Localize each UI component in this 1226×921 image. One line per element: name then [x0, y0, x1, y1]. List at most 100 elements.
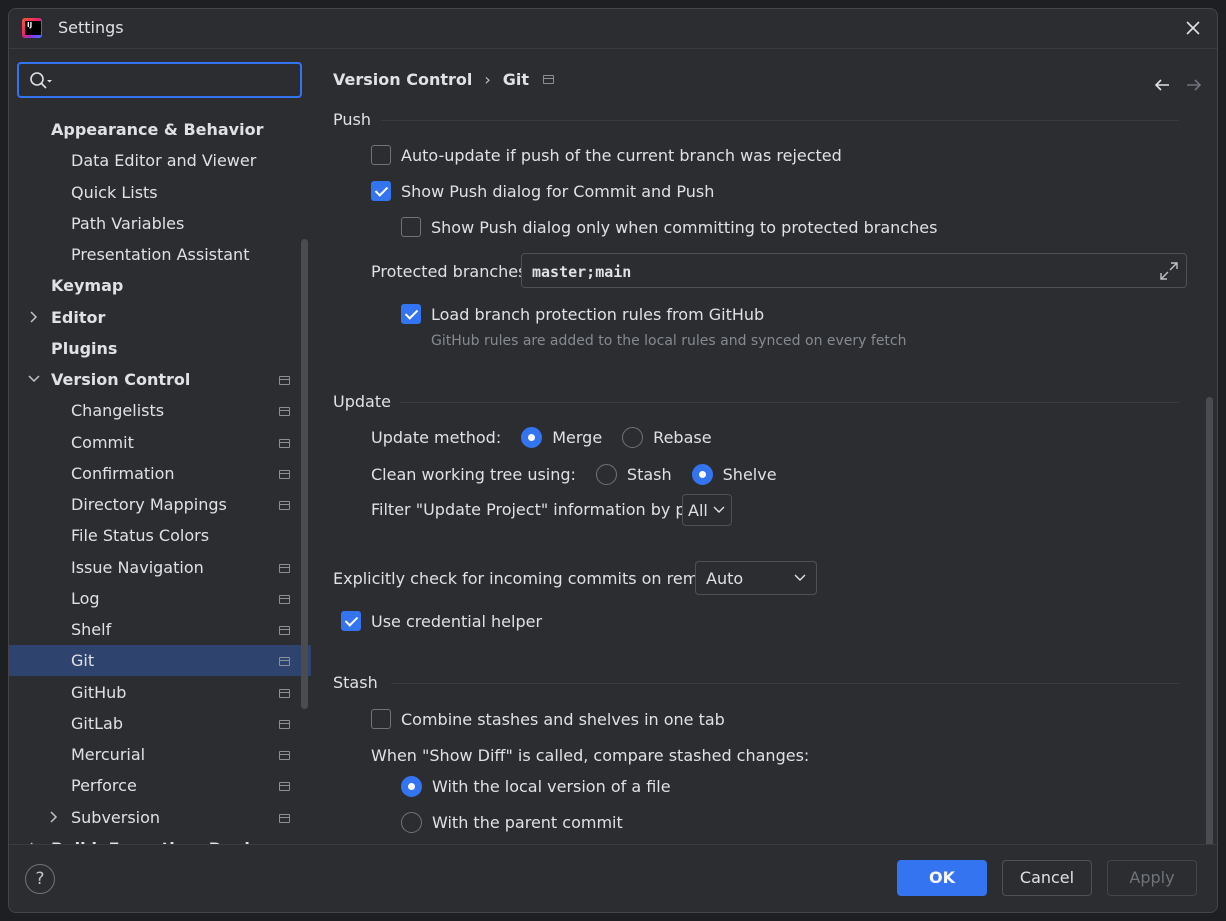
chevron-right-icon[interactable]	[48, 810, 60, 824]
project-level-icon	[279, 594, 290, 604]
project-level-icon	[279, 782, 290, 792]
show-push-dialog-checkbox-box[interactable]	[371, 181, 391, 201]
breadcrumb-current: Git	[502, 70, 530, 89]
sidebar-item-presentation-assistant[interactable]: Presentation Assistant	[9, 239, 311, 270]
sidebar-item-file-status-colors[interactable]: File Status Colors	[9, 520, 311, 551]
breadcrumb-parent[interactable]: Version Control	[333, 70, 472, 89]
sidebar-scrollbar[interactable]	[301, 239, 308, 709]
combine-stashes-checkbox-box[interactable]	[371, 709, 391, 729]
close-icon[interactable]	[1183, 18, 1203, 38]
settings-dialog: Settings Appearance & Behavior Data Edito…	[8, 8, 1218, 913]
combine-stashes-checkbox[interactable]: Combine stashes and shelves in one tab	[371, 709, 725, 729]
chevron-right-icon[interactable]	[28, 310, 40, 324]
cancel-button[interactable]: Cancel	[1002, 860, 1092, 896]
sidebar-item-perforce[interactable]: Perforce	[9, 770, 311, 801]
sidebar-item-label: Changelists	[71, 401, 165, 421]
sidebar-item-log[interactable]: Log	[9, 583, 311, 614]
chevron-down-icon[interactable]	[28, 372, 40, 386]
show-push-dialog-label: Show Push dialog for Commit and Push	[401, 181, 715, 201]
sidebar-item-shelf[interactable]: Shelf	[9, 614, 311, 645]
local-version-label: With the local version of a file	[432, 777, 671, 796]
back-arrow-icon[interactable]	[1153, 77, 1171, 93]
parent-commit-radio[interactable]	[401, 812, 422, 833]
sidebar-item-plugins[interactable]: Plugins	[9, 333, 311, 364]
search-input[interactable]	[17, 62, 302, 98]
show-push-protected-checkbox[interactable]: Show Push dialog only when committing to…	[401, 217, 937, 237]
filter-paths-label: Filter "Update Project" information by p…	[371, 500, 726, 519]
git-settings-panel: Version Control › Git Push Auto-update i…	[311, 49, 1217, 844]
sidebar-item-label: Presentation Assistant	[71, 245, 250, 264]
sidebar-item-path-variables[interactable]: Path Variables	[9, 208, 311, 239]
sidebar-item-appearance-behavior[interactable]: Appearance & Behavior	[9, 114, 311, 145]
sidebar-item-label: Directory Mappings	[71, 495, 227, 514]
project-level-icon	[279, 688, 290, 698]
sidebar-item-label: Keymap	[51, 276, 124, 296]
load-rules-checkbox[interactable]: Load branch protection rules from GitHub	[401, 304, 764, 324]
sidebar-item-keymap[interactable]: Keymap	[9, 270, 311, 301]
incoming-commits-dropdown[interactable]: Auto	[695, 561, 817, 595]
sidebar-item-label: Issue Navigation	[71, 557, 204, 577]
sidebar-item-label: Appearance & Behavior	[51, 120, 264, 139]
sidebar-item-label: Commit	[71, 432, 134, 452]
project-level-icon	[543, 75, 555, 84]
parent-commit-option[interactable]: With the parent commit	[401, 812, 623, 833]
project-level-icon	[279, 719, 290, 729]
apply-button[interactable]: Apply	[1107, 860, 1197, 896]
protected-branches-field[interactable]: master;main	[521, 253, 1187, 288]
sidebar-item-github[interactable]: GitHub	[9, 677, 311, 708]
sidebar-item-label: Data Editor and Viewer	[71, 151, 257, 171]
filter-paths-dropdown[interactable]: All	[682, 494, 732, 526]
content-scrollbar[interactable]	[1206, 397, 1213, 844]
rebase-radio[interactable]	[622, 427, 644, 448]
breadcrumb: Version Control › Git	[333, 70, 555, 89]
sidebar-item-quick-lists[interactable]: Quick Lists	[9, 177, 311, 208]
local-version-option[interactable]: With the local version of a file	[401, 776, 671, 797]
sidebar-item-label: File Status Colors	[71, 526, 210, 546]
sidebar-item-directory-mappings[interactable]: Directory Mappings	[9, 489, 311, 520]
sidebar-item-label: GitLab	[71, 713, 123, 733]
compare-stashed-label: When "Show Diff" is called, compare stas…	[371, 746, 810, 765]
sidebar-item-changelists[interactable]: Changelists	[9, 395, 311, 426]
combine-stashes-label: Combine stashes and shelves in one tab	[401, 709, 725, 729]
stash-radio[interactable]	[595, 464, 617, 485]
ok-button[interactable]: OK	[897, 860, 987, 896]
sidebar-item-label: Git	[71, 651, 95, 671]
chevron-down-icon	[794, 574, 806, 581]
forward-arrow-icon[interactable]	[1185, 77, 1203, 93]
sidebar-item-confirmation[interactable]: Confirmation	[9, 458, 311, 489]
sidebar-item-editor[interactable]: Editor	[9, 302, 311, 333]
sidebar-item-label: Quick Lists	[71, 182, 158, 202]
sidebar-item-mercurial[interactable]: Mercurial	[9, 739, 311, 770]
parent-commit-label: With the parent commit	[432, 813, 623, 832]
show-push-dialog-checkbox[interactable]: Show Push dialog for Commit and Push	[371, 181, 714, 201]
push-section-title: Push	[333, 110, 371, 129]
auto-update-checkbox-box[interactable]	[371, 145, 391, 165]
sidebar-item-git[interactable]: Git	[9, 645, 311, 677]
stash-radio-label: Stash	[626, 465, 672, 484]
sidebar-item-label: Plugins	[51, 338, 118, 358]
local-version-radio[interactable]	[401, 776, 422, 797]
sidebar-item-label: Mercurial	[71, 745, 146, 764]
merge-radio[interactable]	[521, 427, 543, 448]
stash-section-title: Stash	[333, 673, 378, 692]
sidebar-item-build-execution-deployment[interactable]: Build, Execution, Deployment	[9, 833, 311, 844]
load-rules-checkbox-box[interactable]	[401, 304, 421, 324]
expand-icon[interactable]	[1158, 260, 1180, 282]
sidebar-item-issue-navigation[interactable]: Issue Navigation	[9, 552, 311, 583]
shelve-radio[interactable]	[691, 464, 713, 485]
sidebar-item-commit[interactable]: Commit	[9, 427, 311, 458]
sidebar-item-version-control[interactable]: Version Control	[9, 364, 311, 395]
help-button[interactable]: ?	[25, 864, 55, 894]
credential-helper-checkbox[interactable]: Use credential helper	[341, 611, 542, 631]
project-level-icon	[279, 813, 290, 823]
chevron-down-icon	[713, 506, 725, 513]
sidebar-item-subversion[interactable]: Subversion	[9, 802, 311, 833]
sidebar-item-gitlab[interactable]: GitLab	[9, 708, 311, 739]
credential-helper-checkbox-box[interactable]	[341, 611, 361, 631]
project-level-icon	[279, 657, 290, 667]
show-push-protected-checkbox-box[interactable]	[401, 217, 421, 237]
auto-update-checkbox[interactable]: Auto-update if push of the current branc…	[371, 145, 842, 165]
sidebar-item-data-editor-and-viewer[interactable]: Data Editor and Viewer	[9, 145, 311, 176]
sidebar-item-label: Editor	[51, 307, 106, 327]
breadcrumb-separator: ›	[484, 70, 491, 89]
